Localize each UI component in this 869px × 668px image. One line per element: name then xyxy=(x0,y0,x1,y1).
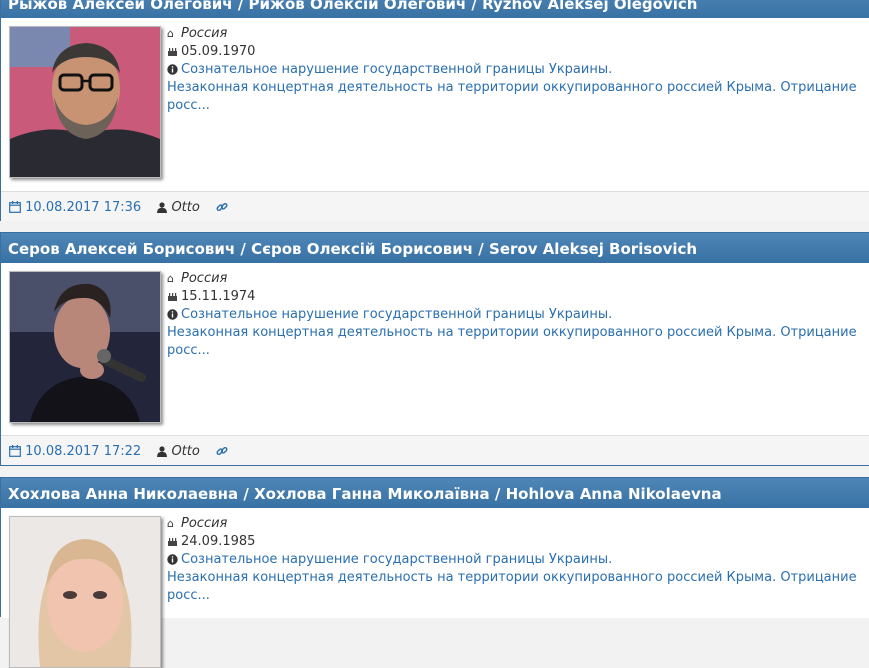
reason-more[interactable]: росс... xyxy=(167,342,854,360)
posted-date[interactable]: 10.08.2017 17:36 xyxy=(25,200,141,215)
calendar-icon xyxy=(9,200,21,215)
entry-info: ⌂ Россия 15.11.1974 Сознательное нарушени… xyxy=(167,270,857,360)
person-photo[interactable] xyxy=(9,516,161,668)
user-icon xyxy=(157,200,168,215)
info-circle-icon xyxy=(167,551,181,569)
posted-date[interactable]: 10.08.2017 17:22 xyxy=(25,444,141,459)
reason-link[interactable]: Сознательное нарушение государственной г… xyxy=(181,552,612,567)
country-label: Россия xyxy=(181,26,228,41)
entry-card: Рыжов Алексей Олегович / Рижов Олексій О… xyxy=(0,0,869,221)
entry-info: ⌂ Россия 05.09.1970 Сознательное нарушени… xyxy=(167,25,857,115)
reason-link[interactable]: Сознательное нарушение государственной г… xyxy=(181,307,612,322)
country-label: Россия xyxy=(181,271,228,286)
author-name: Otto xyxy=(171,444,200,459)
home-icon: ⌂ xyxy=(167,27,174,40)
birthday-cake-icon xyxy=(167,533,181,551)
entry-info: ⌂ Россия 24.09.1985 Сознательное нарушени… xyxy=(167,515,857,605)
person-photo[interactable] xyxy=(9,271,161,423)
person-photo[interactable] xyxy=(9,26,161,178)
reason-link[interactable]: Сознательное нарушение государственной г… xyxy=(181,62,612,77)
info-circle-icon xyxy=(167,306,181,324)
reason-detail[interactable]: Незаконная концертная деятельность на те… xyxy=(167,569,857,587)
entry-footer: 10.08.2017 17:36 Otto xyxy=(1,191,869,221)
country-label: Россия xyxy=(181,516,228,531)
home-icon: ⌂ xyxy=(167,517,174,530)
link-icon[interactable] xyxy=(216,444,228,458)
entry-title[interactable]: Хохлова Анна Николаевна / Хохлова Ганна … xyxy=(1,478,869,508)
link-icon[interactable] xyxy=(216,200,228,214)
birthdate: 24.09.1985 xyxy=(181,534,256,549)
birthday-cake-icon xyxy=(167,288,181,306)
entry-title[interactable]: Серов Алексей Борисович / Сєров Олексій … xyxy=(1,233,869,263)
reason-more[interactable]: росс... xyxy=(167,97,854,115)
entry-footer: 10.08.2017 17:22 Otto xyxy=(1,435,869,465)
entry-card: Хохлова Анна Николаевна / Хохлова Ганна … xyxy=(0,477,869,668)
reason-detail[interactable]: Незаконная концертная деятельность на те… xyxy=(167,324,857,342)
reason-detail[interactable]: Незаконная концертная деятельность на те… xyxy=(167,79,857,97)
entry-title[interactable]: Рыжов Алексей Олегович / Рижов Олексій О… xyxy=(1,0,869,18)
info-circle-icon xyxy=(167,61,181,79)
birthdate: 15.11.1974 xyxy=(181,289,256,304)
birthdate: 05.09.1970 xyxy=(181,44,256,59)
author[interactable]: Otto xyxy=(157,200,200,215)
home-icon: ⌂ xyxy=(167,272,174,285)
reason-more[interactable]: росс... xyxy=(167,587,854,605)
birthday-cake-icon xyxy=(167,43,181,61)
author[interactable]: Otto xyxy=(157,444,200,459)
calendar-icon xyxy=(9,444,21,459)
user-icon xyxy=(157,444,168,459)
entry-card: Серов Алексей Борисович / Сєров Олексій … xyxy=(0,232,869,466)
author-name: Otto xyxy=(171,200,200,215)
